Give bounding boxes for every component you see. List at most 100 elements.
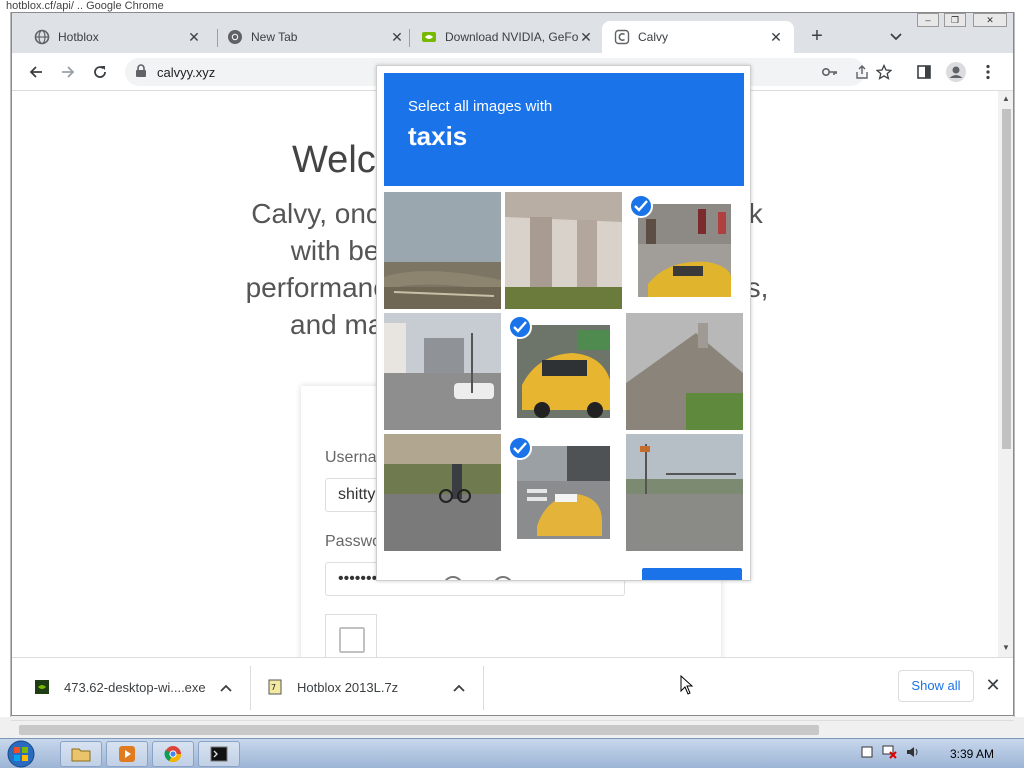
reload-button[interactable] [87, 59, 113, 85]
star-icon [876, 64, 892, 80]
taskbar-media-player[interactable] [106, 741, 148, 767]
verify-button[interactable] [642, 568, 742, 580]
share-icon[interactable] [853, 63, 871, 81]
globe-icon [34, 29, 50, 45]
download-separator [250, 666, 251, 710]
close-icon[interactable]: ✕ [578, 29, 594, 45]
tab-hotblox[interactable]: Hotblox ✕ [22, 21, 212, 53]
download-bar: 473.62-desktop-wi....exe 7 Hotblox 2013L… [12, 657, 1013, 715]
captcha-header: Select all images with taxis [384, 73, 744, 186]
restore-button[interactable]: ❐ [944, 13, 966, 27]
terminal-icon [210, 746, 228, 762]
horizontal-scrollbar[interactable] [11, 720, 1014, 737]
tab-nvidia[interactable]: Download NVIDIA, GeFo ✕ [409, 21, 604, 53]
username-label: Userna [325, 449, 377, 466]
forward-button[interactable] [55, 59, 81, 85]
captcha-checkbox[interactable] [339, 627, 365, 653]
chevron-up-icon[interactable] [220, 680, 232, 695]
profile-button[interactable] [943, 59, 969, 85]
svg-text:7: 7 [271, 683, 276, 692]
system-tray [860, 745, 920, 763]
selected-check-icon [508, 315, 532, 339]
background-window-edge-right [1014, 12, 1024, 717]
reload-icon [94, 66, 106, 78]
side-panel-icon [917, 65, 931, 79]
refresh-icon[interactable] [443, 576, 463, 580]
tab-label: Hotblox [58, 30, 99, 44]
captcha-checkbox-widget [325, 614, 377, 657]
start-button[interactable] [6, 739, 44, 768]
bookmark-star-button[interactable] [871, 59, 897, 85]
mouse-cursor-icon [680, 674, 694, 700]
captcha-tile-empty-intersection[interactable] [626, 434, 743, 551]
archive-file-icon: 7 [268, 679, 282, 695]
captcha-tile-highway-pillars[interactable] [505, 192, 622, 309]
close-download-bar-button[interactable]: ✕ [984, 676, 1002, 694]
back-button[interactable] [23, 59, 49, 85]
volume-icon[interactable] [906, 745, 920, 764]
chrome-icon [164, 746, 182, 763]
captcha-tile-taxi-street[interactable] [638, 204, 731, 297]
close-icon[interactable]: ✕ [389, 29, 405, 45]
taskbar-cmd[interactable] [198, 741, 240, 767]
taskbar: 3:39 AM [0, 738, 1024, 768]
taskbar-clock: 3:39 AM [950, 747, 995, 761]
tab-new-tab[interactable]: New Tab ✕ [215, 21, 415, 53]
selected-check-icon [508, 436, 532, 460]
close-icon[interactable]: ✕ [186, 29, 202, 45]
chevron-up-icon[interactable] [453, 680, 465, 695]
scroll-up-icon[interactable]: ▲ [1002, 94, 1010, 103]
tab-strip: – ❐ ✕ Hotblox ✕ New Tab ✕ Download NVIDI… [12, 13, 1013, 53]
captcha-tile-city-intersection[interactable] [384, 313, 501, 430]
download-item[interactable]: 7 Hotblox 2013L.7z [267, 672, 477, 702]
captcha-tile-house-roof[interactable] [626, 313, 743, 430]
captcha-challenge: Select all images with taxis [376, 65, 751, 581]
chevron-down-icon [890, 33, 902, 41]
new-tab-button[interactable]: + [805, 25, 829, 49]
captcha-tile-cyclist-street[interactable] [384, 434, 501, 551]
captcha-tile-taxi-crosswalk[interactable] [517, 446, 610, 539]
background-window-edge-left [0, 12, 11, 717]
tab-label: Calvy [638, 30, 669, 44]
desktop: hotblox.cf/api/ .. Google Chrome – ❐ ✕ H… [0, 0, 1024, 768]
tab-calvy[interactable]: Calvy ✕ [602, 21, 794, 53]
page-title: Welc [292, 139, 376, 181]
taskbar-chrome[interactable] [152, 741, 194, 767]
info-icon[interactable] [493, 576, 513, 580]
scrollbar-thumb[interactable] [19, 725, 819, 735]
captcha-tile-overpass-road[interactable] [384, 192, 501, 309]
action-center-icon[interactable] [860, 745, 874, 764]
show-all-button[interactable]: Show all [898, 670, 974, 702]
folder-icon [71, 748, 91, 762]
download-filename: Hotblox 2013L.7z [297, 679, 399, 695]
scrollbar-thumb[interactable] [1002, 109, 1011, 449]
vertical-scrollbar[interactable]: ▲ ▼ [998, 91, 1013, 657]
taskbar-explorer[interactable] [60, 741, 102, 767]
lock-icon [135, 64, 147, 83]
forward-arrow-icon [62, 66, 75, 78]
selected-check-icon [629, 194, 653, 218]
minimize-button[interactable]: – [917, 13, 939, 27]
background-window-title: hotblox.cf/api/ .. Google Chrome [0, 0, 1024, 12]
captcha-tile-yellow-taxi[interactable] [517, 325, 610, 418]
close-window-button[interactable]: ✕ [973, 13, 1007, 27]
captcha-instruction: Select all images with [408, 98, 553, 115]
avatar-icon [946, 62, 966, 82]
scroll-down-icon[interactable]: ▼ [1002, 643, 1010, 652]
close-icon[interactable]: ✕ [768, 29, 784, 45]
tab-search-button[interactable] [884, 25, 908, 49]
download-item[interactable]: 473.62-desktop-wi....exe [34, 672, 244, 702]
more-vert-icon [986, 64, 990, 80]
network-icon[interactable] [882, 745, 898, 764]
url-text: calvyy.xyz [157, 65, 216, 80]
tab-label: New Tab [251, 30, 298, 44]
captcha-target: taxis [408, 121, 468, 151]
password-label: Passwo [325, 533, 382, 550]
side-panel-button[interactable] [911, 59, 937, 85]
menu-button[interactable] [975, 59, 1001, 85]
key-icon[interactable] [821, 63, 839, 81]
tab-label: Download NVIDIA, GeFo [445, 30, 578, 44]
nvidia-icon [421, 29, 437, 45]
media-player-icon [119, 746, 135, 762]
chrome-icon [227, 29, 243, 45]
